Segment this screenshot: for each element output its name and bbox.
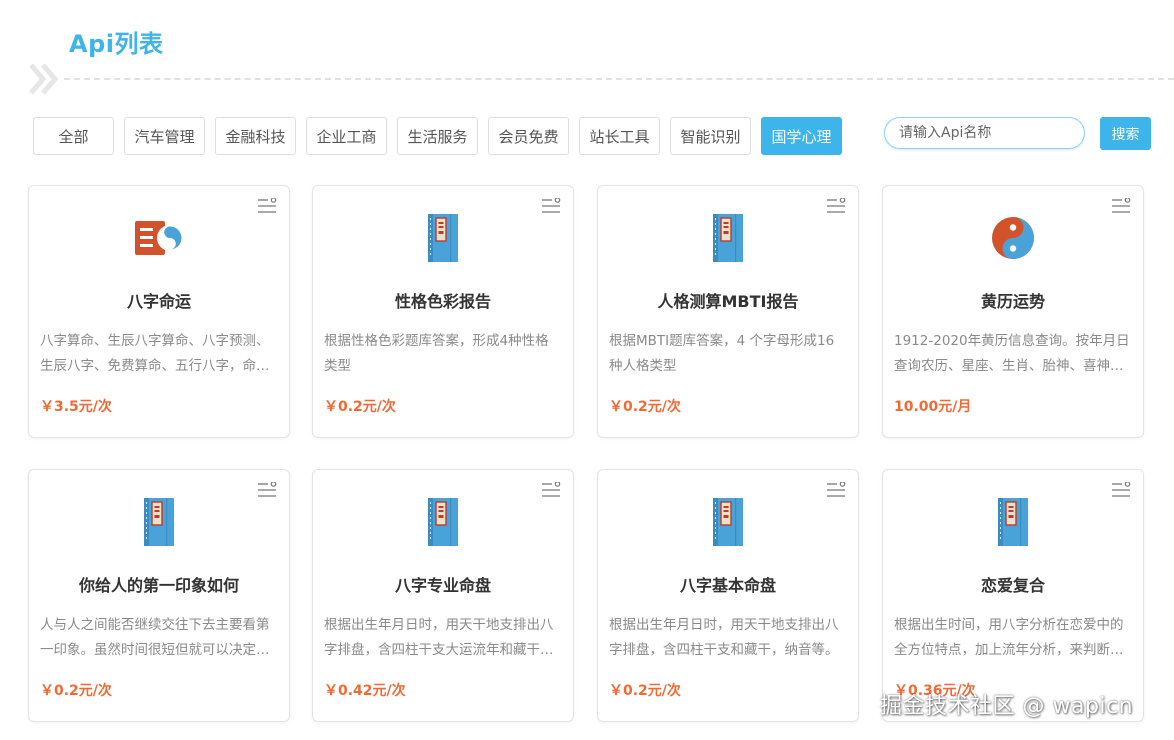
menu-icon[interactable]: [1111, 482, 1131, 498]
card-title: 黄历运势: [980, 292, 1045, 311]
api-card[interactable]: 你给人的第一印象如何 人与人之间能否继续交往下去主要看第一印象。虽然时间很短但就…: [28, 469, 290, 722]
api-card[interactable]: 人格测算MBTI报告 根据MBTI题库答案，4 个字母形成16种人格类型 ￥0.…: [597, 185, 859, 438]
menu-icon[interactable]: [541, 198, 561, 214]
card-title: 人格测算MBTI报告: [657, 292, 799, 311]
bazi-yin-yang-icon: [135, 214, 183, 262]
api-card[interactable]: 八字专业命盘 根据出生年月日时，用天干地支排出八字排盘，含四柱干支大运流年和藏干…: [312, 469, 574, 722]
api-card[interactable]: 性格色彩报告 根据性格色彩题库答案，形成4种性格类型 ￥0.2元/次: [312, 185, 574, 438]
card-price: ￥0.2元/次: [609, 683, 681, 699]
book-icon: [704, 214, 752, 262]
api-card[interactable]: 恋爱复合 根据出生时间，用八字分析在恋爱中的全方位特点，加上流年分析，来判断… …: [882, 469, 1144, 722]
search-button[interactable]: 搜索: [1100, 117, 1151, 150]
api-card[interactable]: 黄历运势 1912-2020年黄历信息查询。按年月日查询农历、星座、生肖、胎神、…: [882, 185, 1144, 438]
menu-icon[interactable]: [257, 482, 277, 498]
card-title: 你给人的第一印象如何: [78, 576, 239, 595]
card-title: 八字命运: [126, 292, 191, 311]
menu-icon[interactable]: [541, 482, 561, 498]
title-divider: [28, 62, 1174, 96]
menu-icon[interactable]: [1111, 198, 1131, 214]
filter-tab-business[interactable]: 企业工商: [306, 117, 387, 155]
card-desc: 根据出生年月日时，用天干地支排出八字排盘，含四柱干支大运流年和藏干…: [324, 617, 554, 658]
card-price: ￥0.2元/次: [609, 399, 681, 415]
book-icon: [419, 214, 467, 262]
filter-tab-life[interactable]: 生活服务: [397, 117, 478, 155]
menu-icon[interactable]: [826, 482, 846, 498]
card-title: 八字专业命盘: [394, 576, 491, 595]
card-desc: 根据出生时间，用八字分析在恋爱中的全方位特点，加上流年分析，来判断…: [894, 617, 1124, 658]
card-price: ￥0.2元/次: [40, 683, 112, 699]
card-desc: 根据出生年月日时，用天干地支排出八字排盘，含四柱干支和藏干，纳音等。: [609, 617, 839, 658]
api-card[interactable]: 八字命运 八字算命、生辰八字算命、八字预测、生辰八字、免费算命、五行八字，命… …: [28, 185, 290, 438]
filter-tab-fintech[interactable]: 金融科技: [215, 117, 296, 155]
card-price: 10.00元/月: [894, 399, 972, 415]
filter-tab-all[interactable]: 全部: [33, 117, 114, 155]
filter-tab-webmaster[interactable]: 站长工具: [579, 117, 660, 155]
page-title: Api列表: [69, 30, 164, 58]
card-title: 八字基本命盘: [679, 576, 776, 595]
card-desc: 人与人之间能否继续交往下去主要看第一印象。虽然时间很短但就可以决定…: [40, 617, 270, 658]
card-desc: 根据性格色彩题库答案，形成4种性格类型: [324, 333, 549, 374]
menu-icon[interactable]: [826, 198, 846, 214]
card-price: ￥0.2元/次: [324, 399, 396, 415]
menu-icon[interactable]: [257, 198, 277, 214]
card-price: ￥0.42元/次: [324, 683, 406, 699]
card-desc: 根据MBTI题库答案，4 个字母形成16种人格类型: [609, 333, 835, 374]
yin-yang-icon: [989, 214, 1037, 262]
card-desc: 八字算命、生辰八字算命、八字预测、生辰八字、免费算命、五行八字，命…: [40, 333, 270, 374]
card-title: 性格色彩报告: [394, 292, 491, 311]
filter-tab-ai[interactable]: 智能识别: [670, 117, 751, 155]
card-desc: 1912-2020年黄历信息查询。按年月日查询农历、星座、生肖、胎神、喜神…: [894, 333, 1130, 374]
book-icon: [989, 498, 1037, 546]
filter-tab-member[interactable]: 会员免费: [488, 117, 569, 155]
api-card[interactable]: 八字基本命盘 根据出生年月日时，用天干地支排出八字排盘，含四柱干支和藏干，纳音等…: [597, 469, 859, 722]
filter-tab-guoxue[interactable]: 国学心理: [761, 117, 842, 155]
card-title: 恋爱复合: [980, 576, 1045, 595]
search-input[interactable]: [884, 117, 1085, 149]
book-icon: [135, 498, 183, 546]
card-price: ￥3.5元/次: [40, 399, 112, 415]
book-icon: [419, 498, 467, 546]
double-chevron-icon: [29, 63, 59, 95]
filter-tab-auto[interactable]: 汽车管理: [124, 117, 205, 155]
book-icon: [704, 498, 752, 546]
watermark: 掘金技术社区 @ wapicn: [880, 694, 1134, 719]
